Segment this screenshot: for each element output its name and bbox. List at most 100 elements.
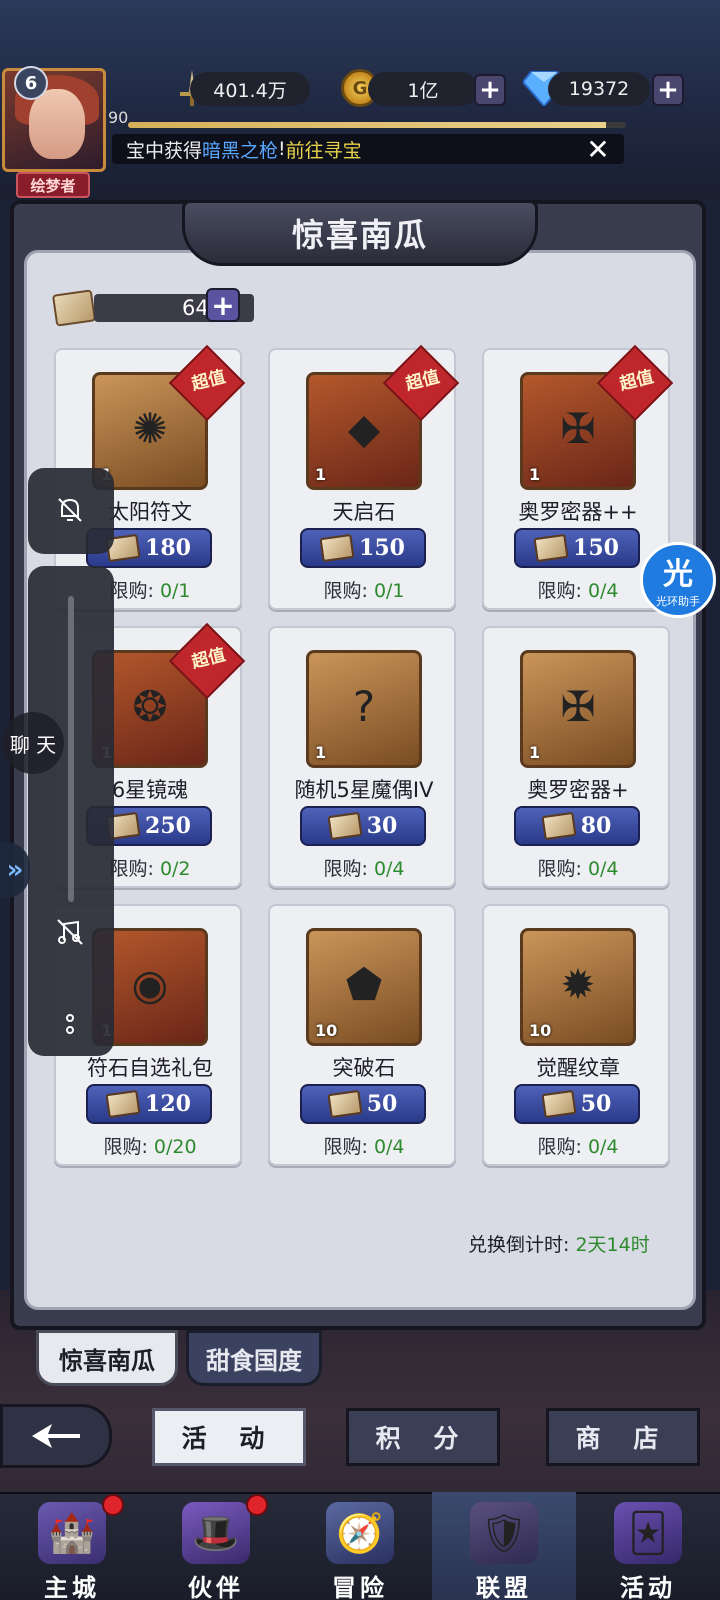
announcement-marquee: 宝中获得 暗黑之枪! 前往寻宝	[112, 134, 624, 164]
buy-button[interactable]: 150	[514, 528, 640, 568]
tab-sweet-kingdom[interactable]: 甜食国度	[186, 1330, 322, 1386]
chat-button[interactable]: 聊 天	[2, 712, 64, 774]
item-frame: ✠ 1	[520, 650, 636, 768]
nav-alliance[interactable]: 🛡 联盟	[432, 1492, 576, 1600]
item-price: 150	[359, 535, 405, 561]
purchase-limit: 限购: 0/4	[270, 1132, 458, 1159]
back-arrow-icon[interactable]	[0, 1404, 112, 1468]
add-gold-button[interactable]: +	[474, 74, 506, 106]
item-name: 天启石	[332, 500, 396, 524]
add-ticket-button[interactable]: +	[206, 288, 240, 322]
limit-value: 0/1	[159, 580, 191, 602]
limit-label: 限购:	[323, 1136, 374, 1158]
ticket-icon	[533, 533, 569, 563]
purchase-limit: 限购: 0/1	[270, 576, 458, 603]
points-button[interactable]: 积 分	[346, 1408, 500, 1466]
countdown-value: 2天14时	[575, 1234, 650, 1256]
ticket-icon	[327, 811, 363, 841]
activity-button[interactable]: 活 动	[152, 1408, 306, 1466]
ticket-icon	[327, 1089, 363, 1119]
shop-item-grid: ✺1超值太阳符文180限购: 0/1◆1超值天启石150限购: 0/1✠1超值奥…	[46, 340, 678, 1222]
marquee-treasure-link[interactable]: 前往寻宝	[286, 136, 362, 163]
shop-button[interactable]: 商 店	[546, 1408, 700, 1466]
shop-item-card[interactable]: ⬟ 10 突破石 50 限购: 0/4	[268, 904, 456, 1166]
item-name: 觉醒纹章	[536, 1056, 620, 1080]
limit-value: 0/4	[373, 1136, 405, 1158]
helper-assistant-button[interactable]: 光 光环助手	[640, 542, 716, 618]
item-quantity: 1	[529, 743, 541, 762]
bell-off-icon[interactable]	[50, 490, 90, 530]
nav-adventure[interactable]: 🧭 冒险	[288, 1492, 432, 1600]
helper-logo-text: 光	[663, 557, 693, 592]
nav-label: 主城	[44, 1573, 100, 1600]
buy-button[interactable]: 30	[300, 806, 426, 846]
helper-label: 光环助手	[656, 595, 700, 608]
ticket-icon	[541, 1089, 577, 1119]
more-options-icon[interactable]	[50, 1004, 90, 1044]
sun-rune-icon: ✺	[132, 403, 168, 453]
panel-title-banner: 惊喜南瓜	[182, 200, 538, 266]
notification-dot	[246, 1494, 268, 1516]
limit-value: 0/20	[153, 1136, 197, 1158]
nav-activity[interactable]: 🃏 活动	[576, 1492, 720, 1600]
oro-relic-icon: ✠	[560, 681, 596, 731]
limit-label: 限购:	[323, 580, 374, 602]
shop-item-card[interactable]: ✠ 1 奥罗密器+ 80 限购: 0/4	[482, 626, 670, 888]
music-off-icon[interactable]	[50, 912, 90, 952]
combat-power-value: 401.4万	[190, 72, 310, 106]
item-frame: ⬟ 10	[306, 928, 422, 1046]
breakthrough-stone-icon: ⬟	[345, 959, 383, 1009]
limit-value: 0/4	[587, 858, 619, 880]
shop-item-card[interactable]: ? 1 随机5星魔偶IV 30 限购: 0/4	[268, 626, 456, 888]
limit-value: 0/4	[373, 858, 405, 880]
marquee-item: 暗黑之枪	[202, 139, 279, 162]
limit-value: 0/1	[373, 580, 405, 602]
ticket-icon	[541, 811, 577, 841]
limit-label: 限购:	[323, 858, 374, 880]
nav-label: 伙伴	[188, 1573, 244, 1600]
close-icon[interactable]: ✕	[582, 133, 614, 166]
limit-value: 0/4	[587, 1136, 619, 1158]
ticket-icon	[105, 1089, 141, 1119]
limit-label: 限购:	[537, 1136, 588, 1158]
add-gem-button[interactable]: +	[652, 74, 684, 106]
buy-button[interactable]: 120	[86, 1084, 212, 1124]
limit-value: 0/2	[159, 858, 191, 880]
limit-label: 限购:	[103, 1136, 154, 1158]
avatar-face	[29, 89, 85, 159]
item-name: 随机5星魔偶IV	[294, 778, 434, 802]
exp-progress-fill	[128, 122, 607, 128]
item-price: 80	[580, 813, 612, 839]
buy-button[interactable]: 50	[514, 1084, 640, 1124]
ticket-icon	[51, 289, 97, 327]
item-quantity: 1	[529, 465, 541, 484]
purchase-limit: 限购: 0/20	[56, 1132, 244, 1159]
shop-item-card[interactable]: ◆ 1 超值 天启石 150 限购: 0/1	[268, 344, 460, 610]
exp-value: 90	[108, 108, 129, 127]
witch-hat-icon: 🎩	[182, 1502, 250, 1564]
buy-button[interactable]: 150	[300, 528, 426, 568]
tab-surprise-pumpkin[interactable]: 惊喜南瓜	[36, 1330, 178, 1386]
oro-relic-icon: ✠	[560, 403, 596, 453]
shield-icon: 🛡	[470, 1502, 538, 1564]
mirror-soul-icon: ❂	[132, 681, 168, 731]
item-price: 50	[580, 1091, 612, 1117]
buy-button[interactable]: 80	[514, 806, 640, 846]
item-name: 符石自选礼包	[87, 1056, 213, 1080]
limit-label: 限购:	[537, 580, 588, 602]
nav-label: 联盟	[476, 1573, 532, 1600]
buy-button[interactable]: 50	[300, 1084, 426, 1124]
gem-value: 19372	[548, 72, 650, 106]
shop-item-card[interactable]: ✹ 10 觉醒纹章 50 限购: 0/4	[482, 904, 670, 1166]
nav-label: 活动	[620, 1573, 676, 1600]
volume-slider[interactable]	[68, 596, 74, 902]
limit-value: 0/4	[587, 580, 619, 602]
purchase-limit: 限购: 0/4	[270, 854, 458, 881]
purchase-limit: 限购: 0/4	[484, 1132, 672, 1159]
item-frame: ✹ 10	[520, 928, 636, 1046]
chat-label: 聊 天	[9, 732, 57, 757]
item-price: 30	[366, 813, 398, 839]
item-name: 奥罗密器+	[527, 778, 629, 802]
castle-icon: 🏰	[38, 1502, 106, 1564]
cards-icon: 🃏	[614, 1502, 682, 1564]
